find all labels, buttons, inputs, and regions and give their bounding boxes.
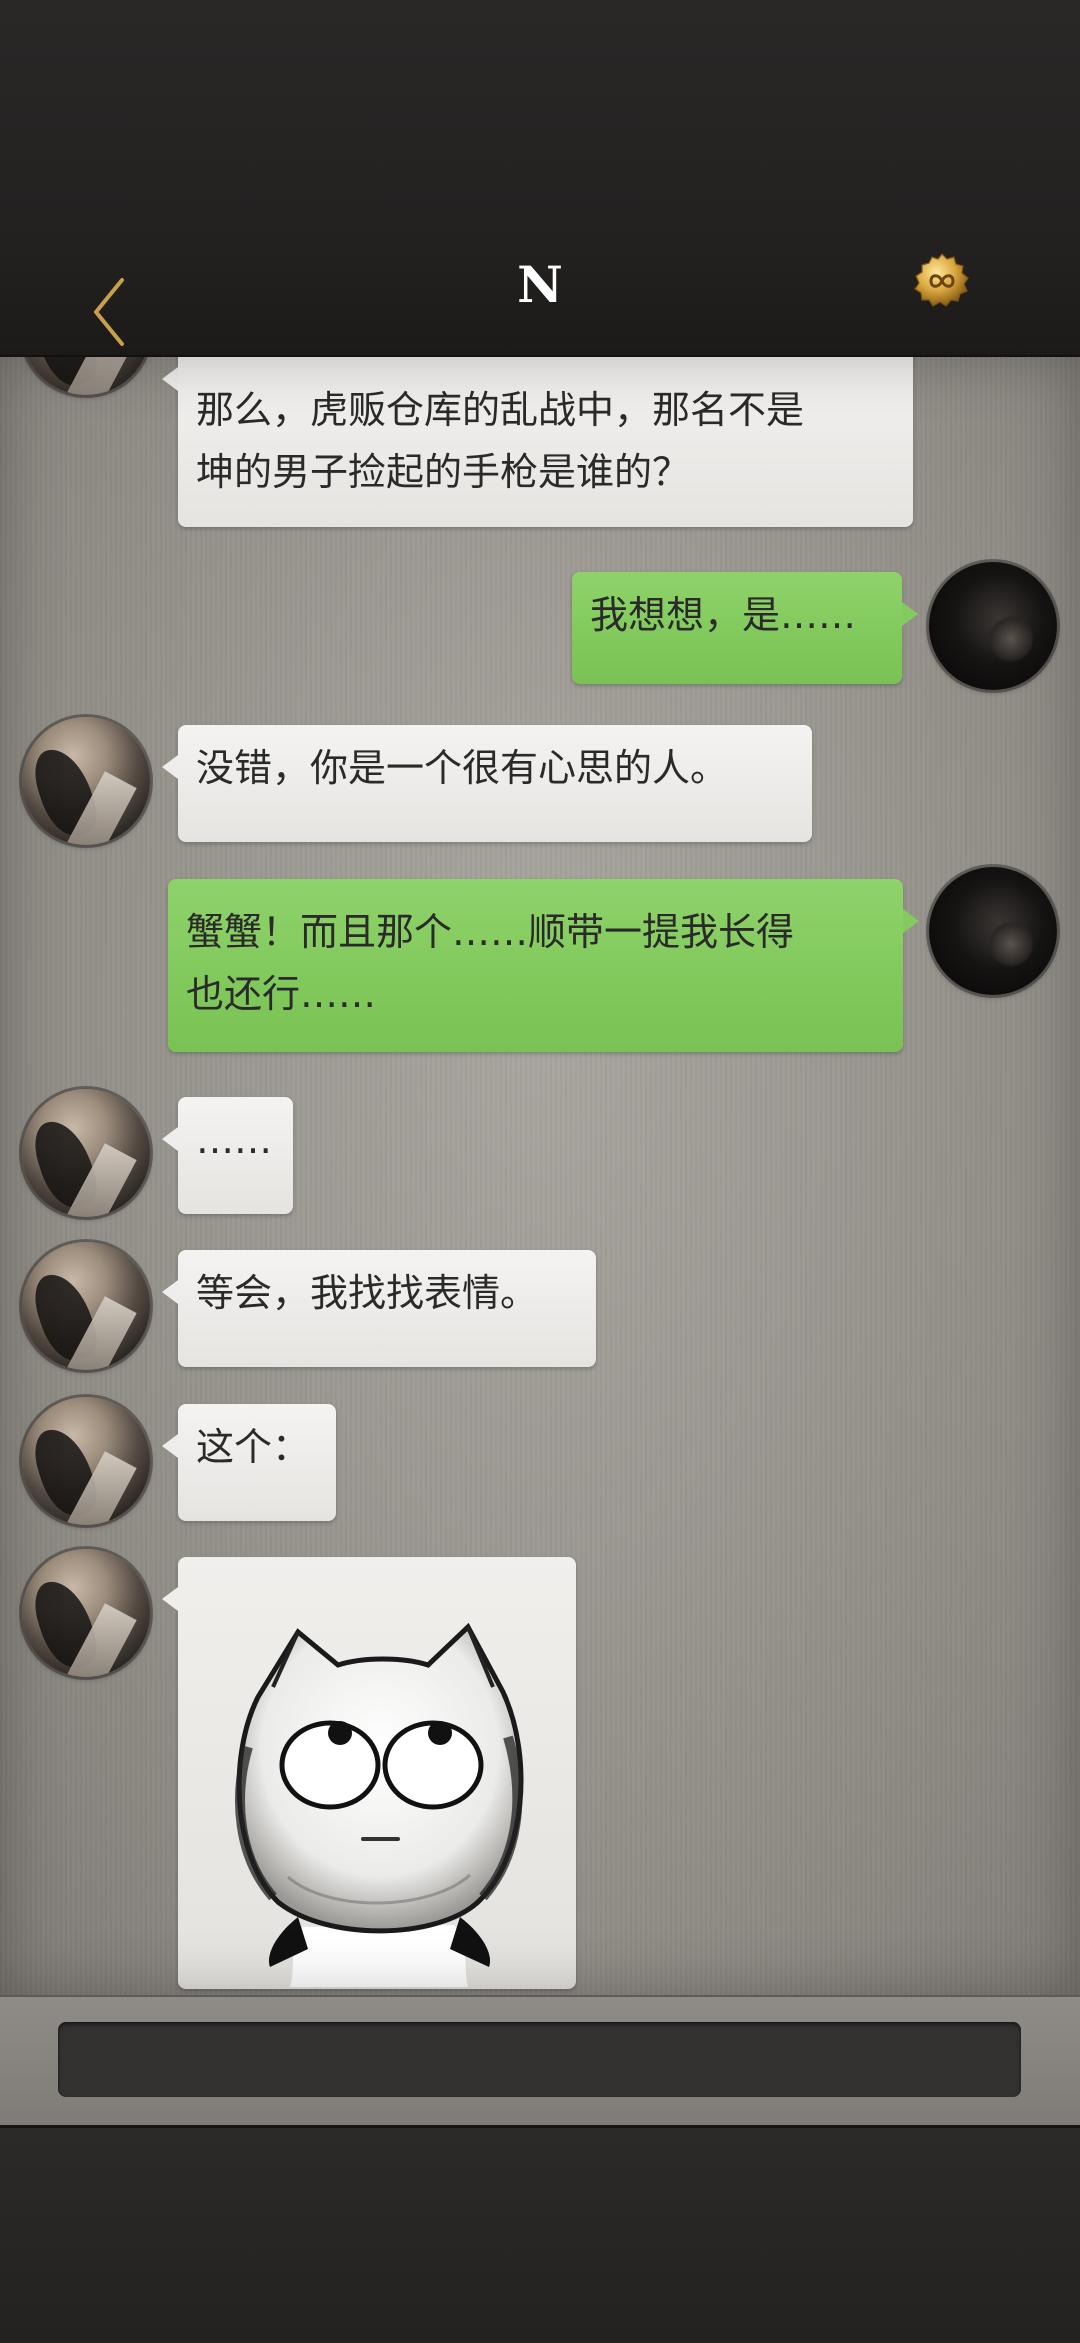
message-line: …… — [196, 1118, 272, 1162]
incoming-message[interactable]: 那么，虎贩仓库的乱战中，那名不是 坤的男子捡起的手枪是谁的？ — [162, 357, 913, 527]
sticker-message[interactable] — [162, 1557, 576, 1989]
contact-avatar[interactable] — [22, 357, 150, 395]
bottom-panel — [0, 2125, 1080, 2343]
message-line: 我想想，是…… — [590, 593, 857, 637]
user-avatar[interactable] — [929, 867, 1057, 995]
contact-avatar[interactable] — [22, 717, 150, 845]
incoming-message[interactable]: 没错，你是一个很有心思的人。 — [162, 725, 812, 842]
chat-area[interactable]: 那么，虎贩仓库的乱战中，那名不是 坤的男子捡起的手枪是谁的？ 我想想，是…… 没… — [0, 357, 1080, 1995]
infinity-coin-icon[interactable] — [913, 252, 971, 310]
top-bar: N — [0, 0, 1080, 357]
outgoing-message[interactable]: 我想想，是…… — [572, 572, 918, 684]
incoming-message[interactable]: 这个： — [162, 1404, 336, 1521]
message-line: 这个： — [196, 1425, 311, 1469]
message-input[interactable] — [58, 2022, 1021, 2097]
contact-avatar[interactable] — [22, 1397, 150, 1525]
user-avatar[interactable] — [929, 562, 1057, 690]
message-line: 也还行…… — [186, 972, 377, 1016]
message-line: 没错，你是一个很有心思的人。 — [196, 746, 729, 790]
message-line: 坤的男子捡起的手枪是谁的？ — [196, 450, 691, 494]
contact-avatar[interactable] — [22, 1242, 150, 1370]
eye-roll-cat-sticker — [235, 1622, 524, 1987]
contact-avatar[interactable] — [22, 1089, 150, 1217]
message-line: 蟹蟹！而且那个……顺带一提我长得 — [186, 910, 795, 954]
message-line: 等会，我找找表情。 — [196, 1271, 539, 1315]
incoming-message[interactable]: 等会，我找找表情。 — [162, 1250, 596, 1367]
outgoing-message[interactable]: 蟹蟹！而且那个……顺带一提我长得 也还行…… — [168, 879, 919, 1052]
message-line: 那么，虎贩仓库的乱战中，那名不是 — [196, 388, 805, 432]
contact-avatar[interactable] — [22, 1549, 150, 1677]
incoming-message[interactable]: …… — [162, 1097, 293, 1214]
